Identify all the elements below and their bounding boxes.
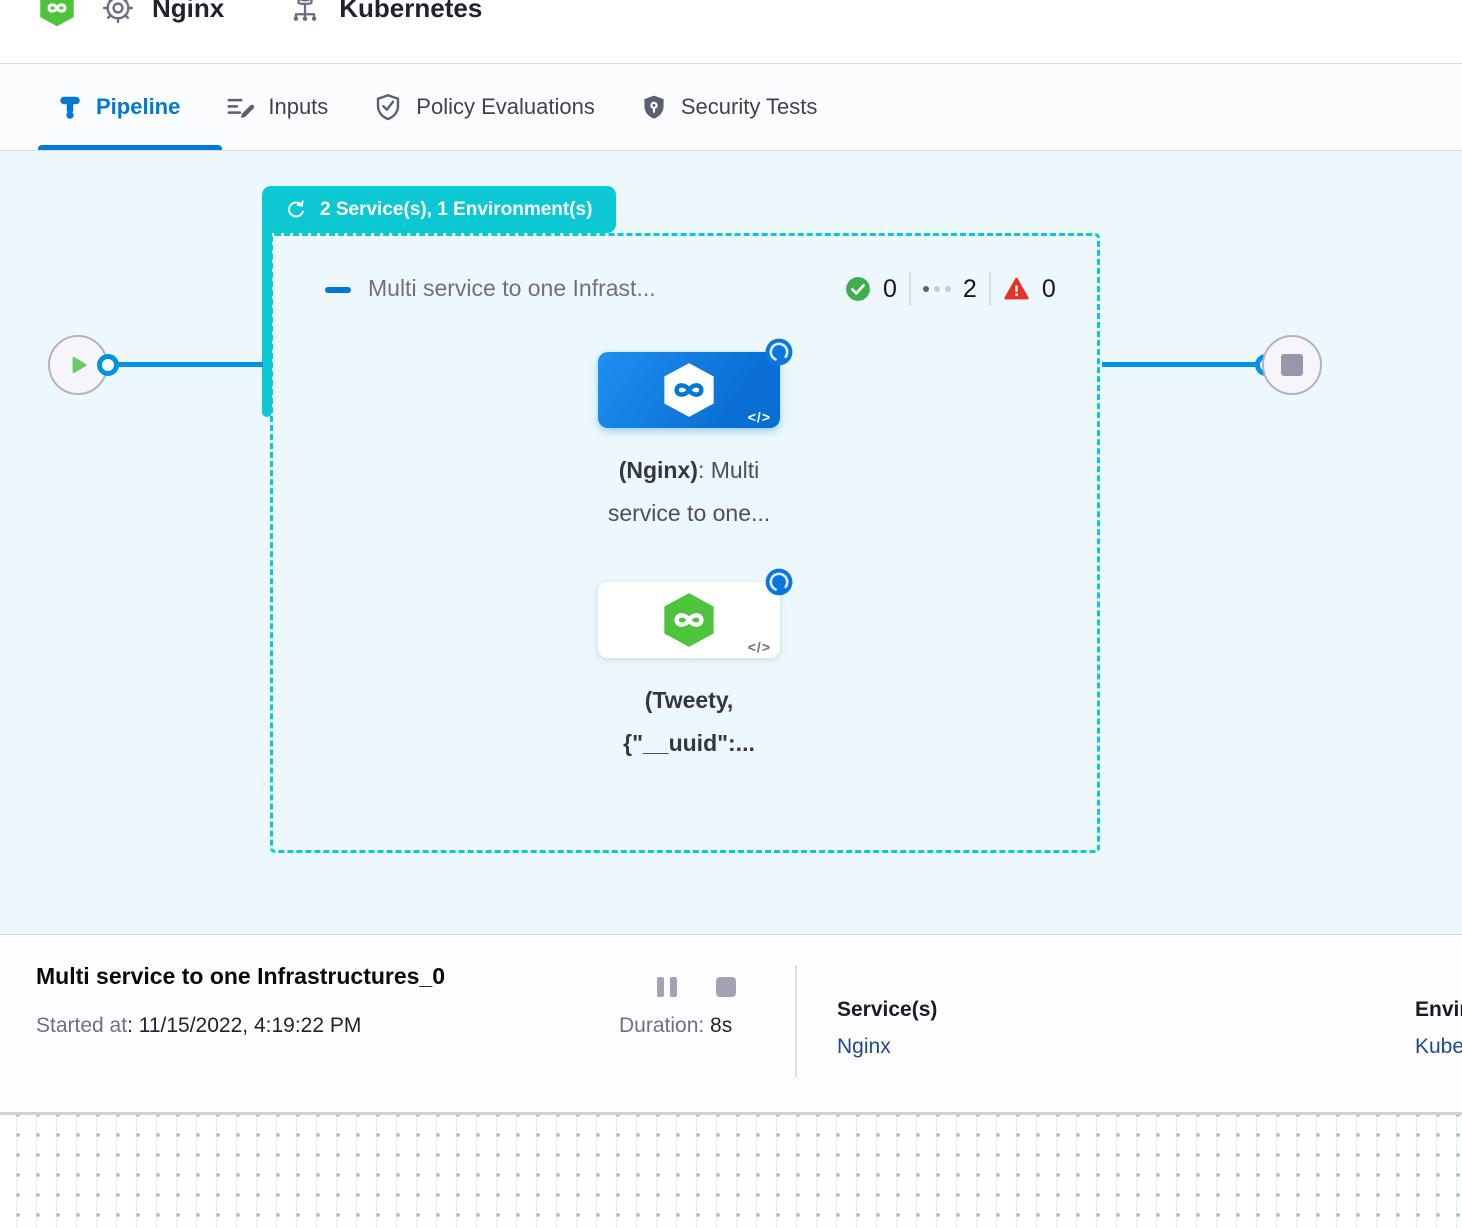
loading-spinner-icon [765,568,793,596]
environments-link[interactable]: Kubernetes [1415,1035,1462,1059]
connector-line-left [108,362,263,367]
execution-header: Nginx Kubernetes [0,0,1462,64]
pipeline-end-node [1262,335,1322,395]
pause-button[interactable] [657,977,677,997]
console-grid-area[interactable] [0,1112,1462,1228]
service-node-label-nginx: (Nginx): Multi service to one... [548,449,830,535]
service-node-label-tweety: (Tweety, {"__uuid":... [548,679,830,765]
services-label: Service(s) [837,998,937,1022]
execution-footer: Multi service to one Infrastructures_0 S… [0,934,1462,1112]
failed-warning-icon [1003,276,1030,302]
pipeline-canvas[interactable]: 2 Service(s), 1 Environment(s) Multi ser… [0,151,1462,934]
policy-shield-check-icon [373,92,403,122]
stop-button[interactable] [716,977,736,997]
connector-line-right [1102,362,1256,367]
running-dots-icon [923,286,951,292]
services-column: Service(s) Nginx [837,998,937,1059]
loading-spinner-icon [765,338,793,366]
count-divider [989,272,991,306]
execution-tabbar: Pipeline Inputs Policy E [0,64,1462,151]
pipeline-execution-page: Nginx Kubernetes [0,0,1462,1228]
tab-inputs-label: Inputs [268,94,328,120]
environment-icon [288,0,322,25]
footer-divider [795,965,797,1077]
execution-title: Multi service to one Infrastructures_0 [36,963,445,990]
security-shield-icon [640,93,668,121]
started-at: Started at: 11/15/2022, 4:19:22 PM [36,1014,361,1038]
stage-step-counts: 0 2 0 [845,272,1056,306]
service-node-nginx[interactable]: </> [598,352,780,428]
code-icon: </> [748,409,771,425]
tab-policy-evaluations[interactable]: Policy Evaluations [373,92,595,122]
active-tab-indicator [38,145,222,150]
connector-point-left [97,354,119,376]
header-service-name: Nginx [152,0,224,24]
success-count: 0 [883,275,897,304]
harness-logo-icon [661,361,717,419]
tab-pipeline-label: Pipeline [96,94,180,120]
service-node-tweety[interactable]: </> [598,582,780,658]
tab-inputs[interactable]: Inputs [225,92,328,122]
stage-services-badge[interactable]: 2 Service(s), 1 Environment(s) [262,186,616,233]
environments-label: Environment(s) [1415,998,1462,1022]
inputs-icon [225,92,255,122]
environments-column: Environment(s) Kubernetes [1415,998,1462,1059]
gear-icon [101,0,135,25]
duration: Duration: 8s [619,1014,732,1038]
services-link[interactable]: Nginx [837,1035,937,1059]
cycle-icon [284,198,308,222]
stage-title[interactable]: Multi service to one Infrast... [368,275,656,302]
code-icon: </> [748,639,771,655]
header-environment-name: Kubernetes [339,0,482,24]
tab-security-tests[interactable]: Security Tests [640,93,818,121]
play-icon [65,352,91,378]
failed-count: 0 [1042,275,1056,304]
count-divider [909,272,911,306]
stop-icon [1281,354,1303,376]
pipeline-icon [57,92,83,122]
harness-service-icon [38,0,76,28]
stage-collapse-button[interactable] [325,287,351,293]
success-check-icon [845,276,871,302]
harness-logo-icon [661,591,717,649]
tab-security-tests-label: Security Tests [681,94,818,120]
tab-policy-evaluations-label: Policy Evaluations [416,94,595,120]
stage-badge-label: 2 Service(s), 1 Environment(s) [320,199,592,221]
running-count: 2 [963,275,977,304]
tab-pipeline[interactable]: Pipeline [57,92,180,122]
